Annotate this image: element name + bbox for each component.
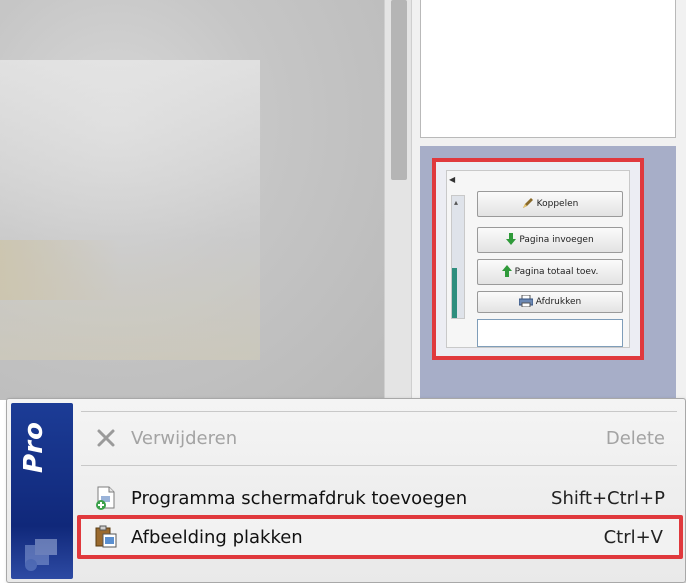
printer-icon [518,294,534,310]
pagina-invoegen-label: Pagina invoegen [519,235,594,245]
menu-item-shortcut: Ctrl+V [603,526,663,548]
menu-separator-middle [81,465,677,466]
menu-item-label: Programma schermafdruk toevoegen [131,487,468,509]
small-arrow-icon: ◀ [449,175,456,184]
afdrukken-label: Afdrukken [535,297,582,307]
mini-toolbar-preview: ◀ ▴ Koppelen Pagina invoegen Pagina tota… [446,170,630,348]
menu-item-programma-schermafdruk[interactable]: Programma schermafdruk toevoegen Shift+C… [81,479,681,517]
context-menu: Pro Verwijderen Delete Programma scherma… [6,398,686,583]
mini-scrollbar: ▴ [451,195,465,319]
screen: ◀ ▴ Koppelen Pagina invoegen Pagina tota… [0,0,686,583]
paste-clipboard-icon [93,524,119,550]
mini-scroll-indicator [452,268,457,318]
pen-icon [522,197,534,212]
koppelen-button[interactable]: Koppelen [477,191,623,217]
vertical-scrollbar[interactable] [384,0,412,400]
add-screenshot-icon [93,485,119,511]
koppelen-label: Koppelen [536,199,579,209]
menu-item-shortcut: Shift+Ctrl+P [551,487,665,509]
highlighted-preview: ◀ ▴ Koppelen Pagina invoegen Pagina tota… [432,158,644,360]
document-blur-region [0,60,260,360]
app-logo-icon [21,535,61,573]
green-arrow-down-icon [506,232,517,248]
document-area [0,0,384,400]
menu-item-label: Verwijderen [131,427,238,449]
menu-item-verwijderen[interactable]: Verwijderen Delete [81,419,681,457]
menu-item-shortcut: Delete [605,427,665,449]
brand-strip: Pro [11,403,73,579]
brand-label: Pro [19,421,49,473]
delete-x-icon [93,425,119,451]
mini-input-box [477,319,623,347]
scroll-up-icon: ▴ [454,198,459,207]
green-arrow-up-icon [501,264,512,280]
afdrukken-button[interactable]: Afdrukken [477,291,623,313]
menu-item-label: Afbeelding plakken [131,526,303,548]
menu-item-afbeelding-plakken[interactable]: Afbeelding plakken Ctrl+V [77,515,683,559]
scrollbar-thumb[interactable] [391,0,407,180]
pagina-totaal-label: Pagina totaal toev. [514,267,599,277]
preview-page-white [420,0,676,138]
document-blur-warm-region [0,240,120,300]
pagina-totaal-button[interactable]: Pagina totaal toev. [477,259,623,285]
menu-separator-top [81,411,677,412]
pagina-invoegen-button[interactable]: Pagina invoegen [477,227,623,253]
